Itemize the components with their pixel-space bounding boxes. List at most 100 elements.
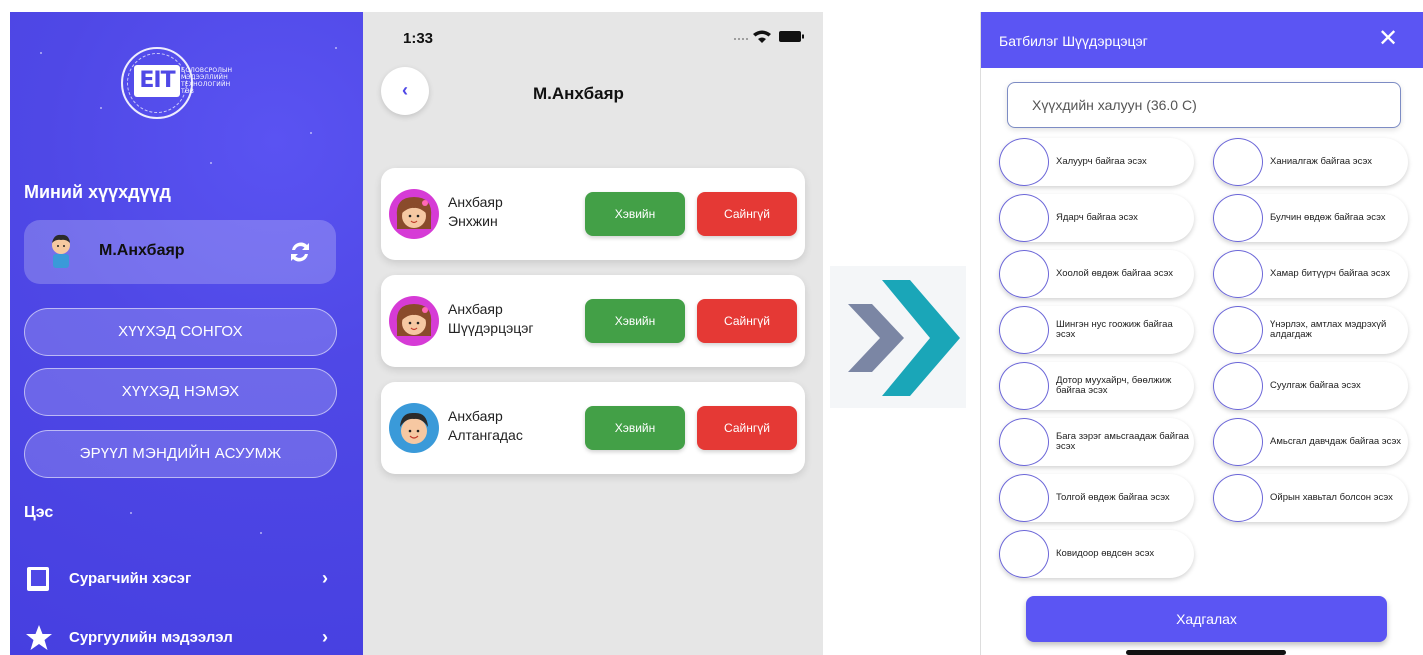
my-kids-heading: Миний хүүхдүүд (24, 182, 171, 202)
double-chevron-arrow (830, 266, 966, 408)
add-child-button[interactable]: ХҮҮХЭД НЭМЭХ (24, 368, 337, 416)
symptom-label: Толгой өвдөж байгаа эсэх (1056, 492, 1170, 503)
unwell-button[interactable]: Сайнгүй (697, 406, 797, 450)
symptom-label: Үнэрлэх, амтлах мэдрэхүй алдагдаж (1270, 319, 1387, 340)
menu-heading: Цэс (24, 504, 54, 521)
symptom-toggle[interactable]: Амьсгал давчдаж байгаа эсэх (1213, 418, 1408, 466)
symptom-toggle[interactable]: Суулгаж байгаа эсэх (1213, 362, 1408, 410)
boy-avatar-icon (52, 234, 70, 268)
symptom-toggle[interactable]: Ковидоор өвдсөн эсэх (999, 530, 1194, 578)
chevron-right-icon: › (322, 568, 328, 588)
symptom-checkbox[interactable] (1213, 250, 1263, 298)
symptom-checkbox[interactable] (999, 194, 1049, 242)
symptom-toggle[interactable]: Булчин өвдөж байгаа эсэх (1213, 194, 1408, 242)
symptom-label: Булчин өвдөж байгаа эсэх (1270, 212, 1386, 223)
symptom-label: Ханиалгаж байгаа эсэх (1270, 156, 1373, 167)
book-icon (27, 567, 49, 591)
decor-star (210, 162, 212, 164)
eit-logo: EIT БОЛОВСРОЛЫН МЭДЭЭЛЛИЙН ТЕХНОЛОГИЙН Т… (117, 45, 267, 125)
home-indicator (1126, 650, 1286, 655)
normal-button[interactable]: Хэвийн (585, 299, 685, 343)
current-child-card[interactable]: М.Анхбаяр (24, 220, 336, 284)
menu-item-student-section[interactable]: Сурагчийн хэсэг › (24, 562, 339, 596)
symptom-toggle[interactable]: Шингэн нус гоожиж байгаа эсэх (999, 306, 1194, 354)
unwell-button[interactable]: Сайнгүй (697, 192, 797, 236)
star-icon (26, 625, 52, 650)
symptom-checkbox[interactable] (999, 250, 1049, 298)
symptom-toggle[interactable]: Бага зэрэг амьсгаадаж байгаа эсэх (999, 418, 1194, 466)
symptom-toggle[interactable]: Дотор муухайрч, бөөлжиж байгаа эсэх (999, 362, 1194, 410)
back-button[interactable]: ‹ (381, 67, 429, 115)
symptom-label: Бага зэрэг амьсгаадаж байгаа эсэх (1056, 431, 1189, 452)
girl-avatar-icon (389, 189, 439, 239)
child-name: Анхбаяр Шүүдэрцэцэг (448, 300, 534, 338)
symptom-toggle[interactable]: Толгой өвдөж байгаа эсэх (999, 474, 1194, 522)
symptom-checkbox[interactable] (1213, 418, 1263, 466)
temperature-input[interactable]: Хүүхдийн халуун (36.0 С) (1007, 82, 1401, 128)
girl-avatar-icon (389, 296, 439, 346)
logo-caption-line: МЭДЭЭЛЛИЙН (181, 74, 228, 81)
page-title: М.Анхбаяр (533, 84, 624, 103)
decor-star (335, 47, 337, 49)
chevron-right-icon: › (322, 627, 328, 647)
symptom-label: Хоолой өвдөж байгаа эсэх (1056, 268, 1173, 279)
menu-item-label: Сурагчийн хэсэг (69, 570, 192, 587)
status-time: 1:33 (403, 30, 434, 47)
double-chevron-icon (848, 280, 960, 396)
symptom-dialog: Батбилэг Шүүдэрцэцэг ✕ Хүүхдийн халуун (… (980, 12, 1423, 655)
decor-star (100, 107, 102, 109)
select-child-button[interactable]: ХҮҮХЭД СОНГОХ (24, 308, 337, 356)
symptom-label: Халуурч байгаа эсэх (1056, 156, 1147, 167)
symptom-checkbox[interactable] (1213, 138, 1263, 186)
dialog-header: Батбилэг Шүүдэрцэцэг ✕ (981, 12, 1423, 68)
refresh-icon[interactable] (286, 238, 314, 266)
symptom-toggle[interactable]: Халуурч байгаа эсэх (999, 138, 1194, 186)
symptom-toggle[interactable]: Үнэрлэх, амтлах мэдрэхүй алдагдаж (1213, 306, 1408, 354)
symptom-checkbox[interactable] (1213, 474, 1263, 522)
child-name-line: Анхбаяр (448, 194, 503, 210)
battery-icon (779, 31, 801, 42)
status-icons (734, 30, 804, 43)
logo-caption-line: ТӨВ (181, 88, 195, 95)
decor-star (260, 532, 262, 534)
symptom-toggle[interactable]: Хамар битүүрч байгаа эсэх (1213, 250, 1408, 298)
symptom-toggle[interactable]: Ханиалгаж байгаа эсэх (1213, 138, 1408, 186)
symptom-checkbox[interactable] (999, 418, 1049, 466)
symptom-label: Амьсгал давчдаж байгаа эсэх (1270, 436, 1401, 447)
symptom-toggle[interactable]: Ойрын хавьтал болсон эсэх (1213, 474, 1408, 522)
dialog-title: Батбилэг Шүүдэрцэцэг (999, 33, 1148, 49)
normal-button[interactable]: Хэвийн (585, 406, 685, 450)
child-name-line: Алтангадас (448, 427, 523, 443)
health-survey-button[interactable]: ЭРҮҮЛ МЭНДИЙН АСУУМЖ (24, 430, 337, 478)
symptom-label: Дотор муухайрч, бөөлжиж байгаа эсэх (1056, 375, 1172, 396)
logo-mark: EIT (134, 65, 180, 97)
symptom-checkbox[interactable] (1213, 194, 1263, 242)
child-status-card: Анхбаяр Алтангадас Хэвийн Сайнгүй (381, 382, 805, 474)
phone-screen: 1:33 ‹ М.Анхбаяр Анхбаяр Энхжин Хэвийн С… (363, 12, 823, 655)
symptom-checkbox[interactable] (999, 530, 1049, 578)
close-icon[interactable]: ✕ (1375, 26, 1401, 52)
symptom-toggle[interactable]: Ядарч байгаа эсэх (999, 194, 1194, 242)
child-status-card: Анхбаяр Энхжин Хэвийн Сайнгүй (381, 168, 805, 260)
symptom-toggle[interactable]: Хоолой өвдөж байгаа эсэх (999, 250, 1194, 298)
child-name-line: Шүүдэрцэцэг (448, 320, 534, 336)
decor-star (130, 512, 132, 514)
child-status-card: Анхбаяр Шүүдэрцэцэг Хэвийн Сайнгүй (381, 275, 805, 367)
symptom-checkbox[interactable] (999, 138, 1049, 186)
symptom-label: Шингэн нус гоожиж байгаа эсэх (1056, 319, 1173, 340)
logo-caption: БОЛОВСРОЛЫН МЭДЭЭЛЛИЙН ТЕХНОЛОГИЙН ТӨВ (181, 67, 271, 95)
symptom-label: Хамар битүүрч байгаа эсэх (1270, 268, 1391, 279)
symptom-checkbox[interactable] (999, 474, 1049, 522)
unwell-button[interactable]: Сайнгүй (697, 299, 797, 343)
normal-button[interactable]: Хэвийн (585, 192, 685, 236)
symptom-label: Ойрын хавьтал болсон эсэх (1270, 492, 1393, 503)
symptom-checkbox[interactable] (1213, 362, 1263, 410)
child-name-line: Анхбаяр (448, 301, 503, 317)
child-name: Анхбаяр Энхжин (448, 193, 503, 231)
symptom-checkbox[interactable] (1213, 306, 1263, 354)
menu-item-school-info[interactable]: Сургуулийн мэдээлэл › (24, 621, 339, 655)
symptom-checkbox[interactable] (999, 362, 1049, 410)
symptom-checkbox[interactable] (999, 306, 1049, 354)
save-button[interactable]: Хадгалах (1026, 596, 1387, 642)
sidebar-panel: EIT БОЛОВСРОЛЫН МЭДЭЭЛЛИЙН ТЕХНОЛОГИЙН Т… (10, 12, 363, 655)
